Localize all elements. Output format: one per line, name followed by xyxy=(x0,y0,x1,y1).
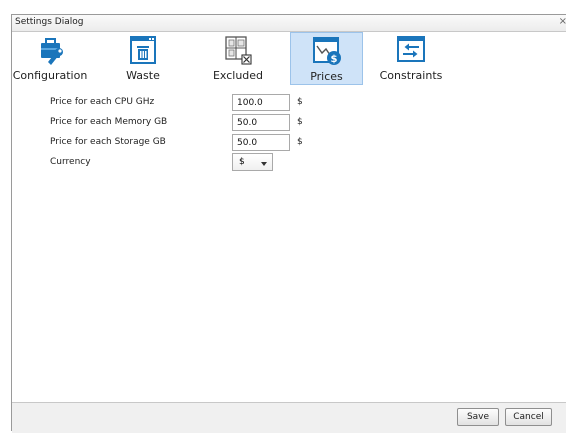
dialog-footer: Save Cancel xyxy=(12,402,566,433)
memory-price-row: Price for each Memory GB $ xyxy=(12,113,566,133)
tab-configuration-label: Configuration xyxy=(12,69,88,82)
toolbox-wrench-icon xyxy=(41,38,63,65)
constraints-arrows-icon xyxy=(397,36,425,62)
save-button[interactable]: Save xyxy=(457,408,499,426)
tab-excluded-label: Excluded xyxy=(212,69,264,82)
settings-dialog: Settings Dialog × Configuration Waste Ex… xyxy=(11,14,566,433)
storage-price-input[interactable] xyxy=(232,134,290,151)
tab-constraints-label: Constraints xyxy=(379,69,443,82)
cpu-price-row: Price for each CPU GHz $ xyxy=(12,93,566,113)
svg-text:$: $ xyxy=(330,54,337,65)
storage-price-unit: $ xyxy=(297,137,303,147)
cancel-button[interactable]: Cancel xyxy=(505,408,552,426)
cpu-price-label: Price for each CPU GHz xyxy=(50,97,155,107)
currency-select-value: $ xyxy=(239,157,245,167)
tab-prices-label: Prices xyxy=(310,70,343,83)
currency-select[interactable]: $ xyxy=(232,153,273,171)
title-bar[interactable]: Settings Dialog × xyxy=(12,15,566,32)
price-chart-dollar-icon: $ xyxy=(312,37,341,65)
dialog-title: Settings Dialog xyxy=(15,17,84,27)
tab-waste[interactable]: Waste xyxy=(112,32,174,85)
memory-price-input[interactable] xyxy=(232,114,290,131)
storage-price-label: Price for each Storage GB xyxy=(50,137,166,147)
currency-label: Currency xyxy=(50,157,91,167)
memory-price-label: Price for each Memory GB xyxy=(50,117,168,127)
tab-waste-label: Waste xyxy=(126,69,160,82)
excluded-grid-icon xyxy=(225,36,252,65)
memory-price-unit: $ xyxy=(297,117,303,127)
storage-price-row: Price for each Storage GB $ xyxy=(12,133,566,153)
tab-configuration[interactable]: Configuration xyxy=(12,32,88,85)
cpu-price-input[interactable] xyxy=(232,94,290,111)
chevron-down-icon xyxy=(261,162,267,166)
tab-excluded[interactable]: Excluded xyxy=(207,32,269,85)
currency-row: Currency $ xyxy=(12,153,566,173)
cpu-price-unit: $ xyxy=(297,97,303,107)
close-icon[interactable]: × xyxy=(559,16,566,27)
tab-prices[interactable]: $ Prices xyxy=(290,32,363,85)
tab-constraints[interactable]: Constraints xyxy=(372,32,450,85)
trash-window-icon xyxy=(130,36,156,64)
settings-tab-toolbar: Configuration Waste Excluded $ Prices Co… xyxy=(12,32,566,86)
